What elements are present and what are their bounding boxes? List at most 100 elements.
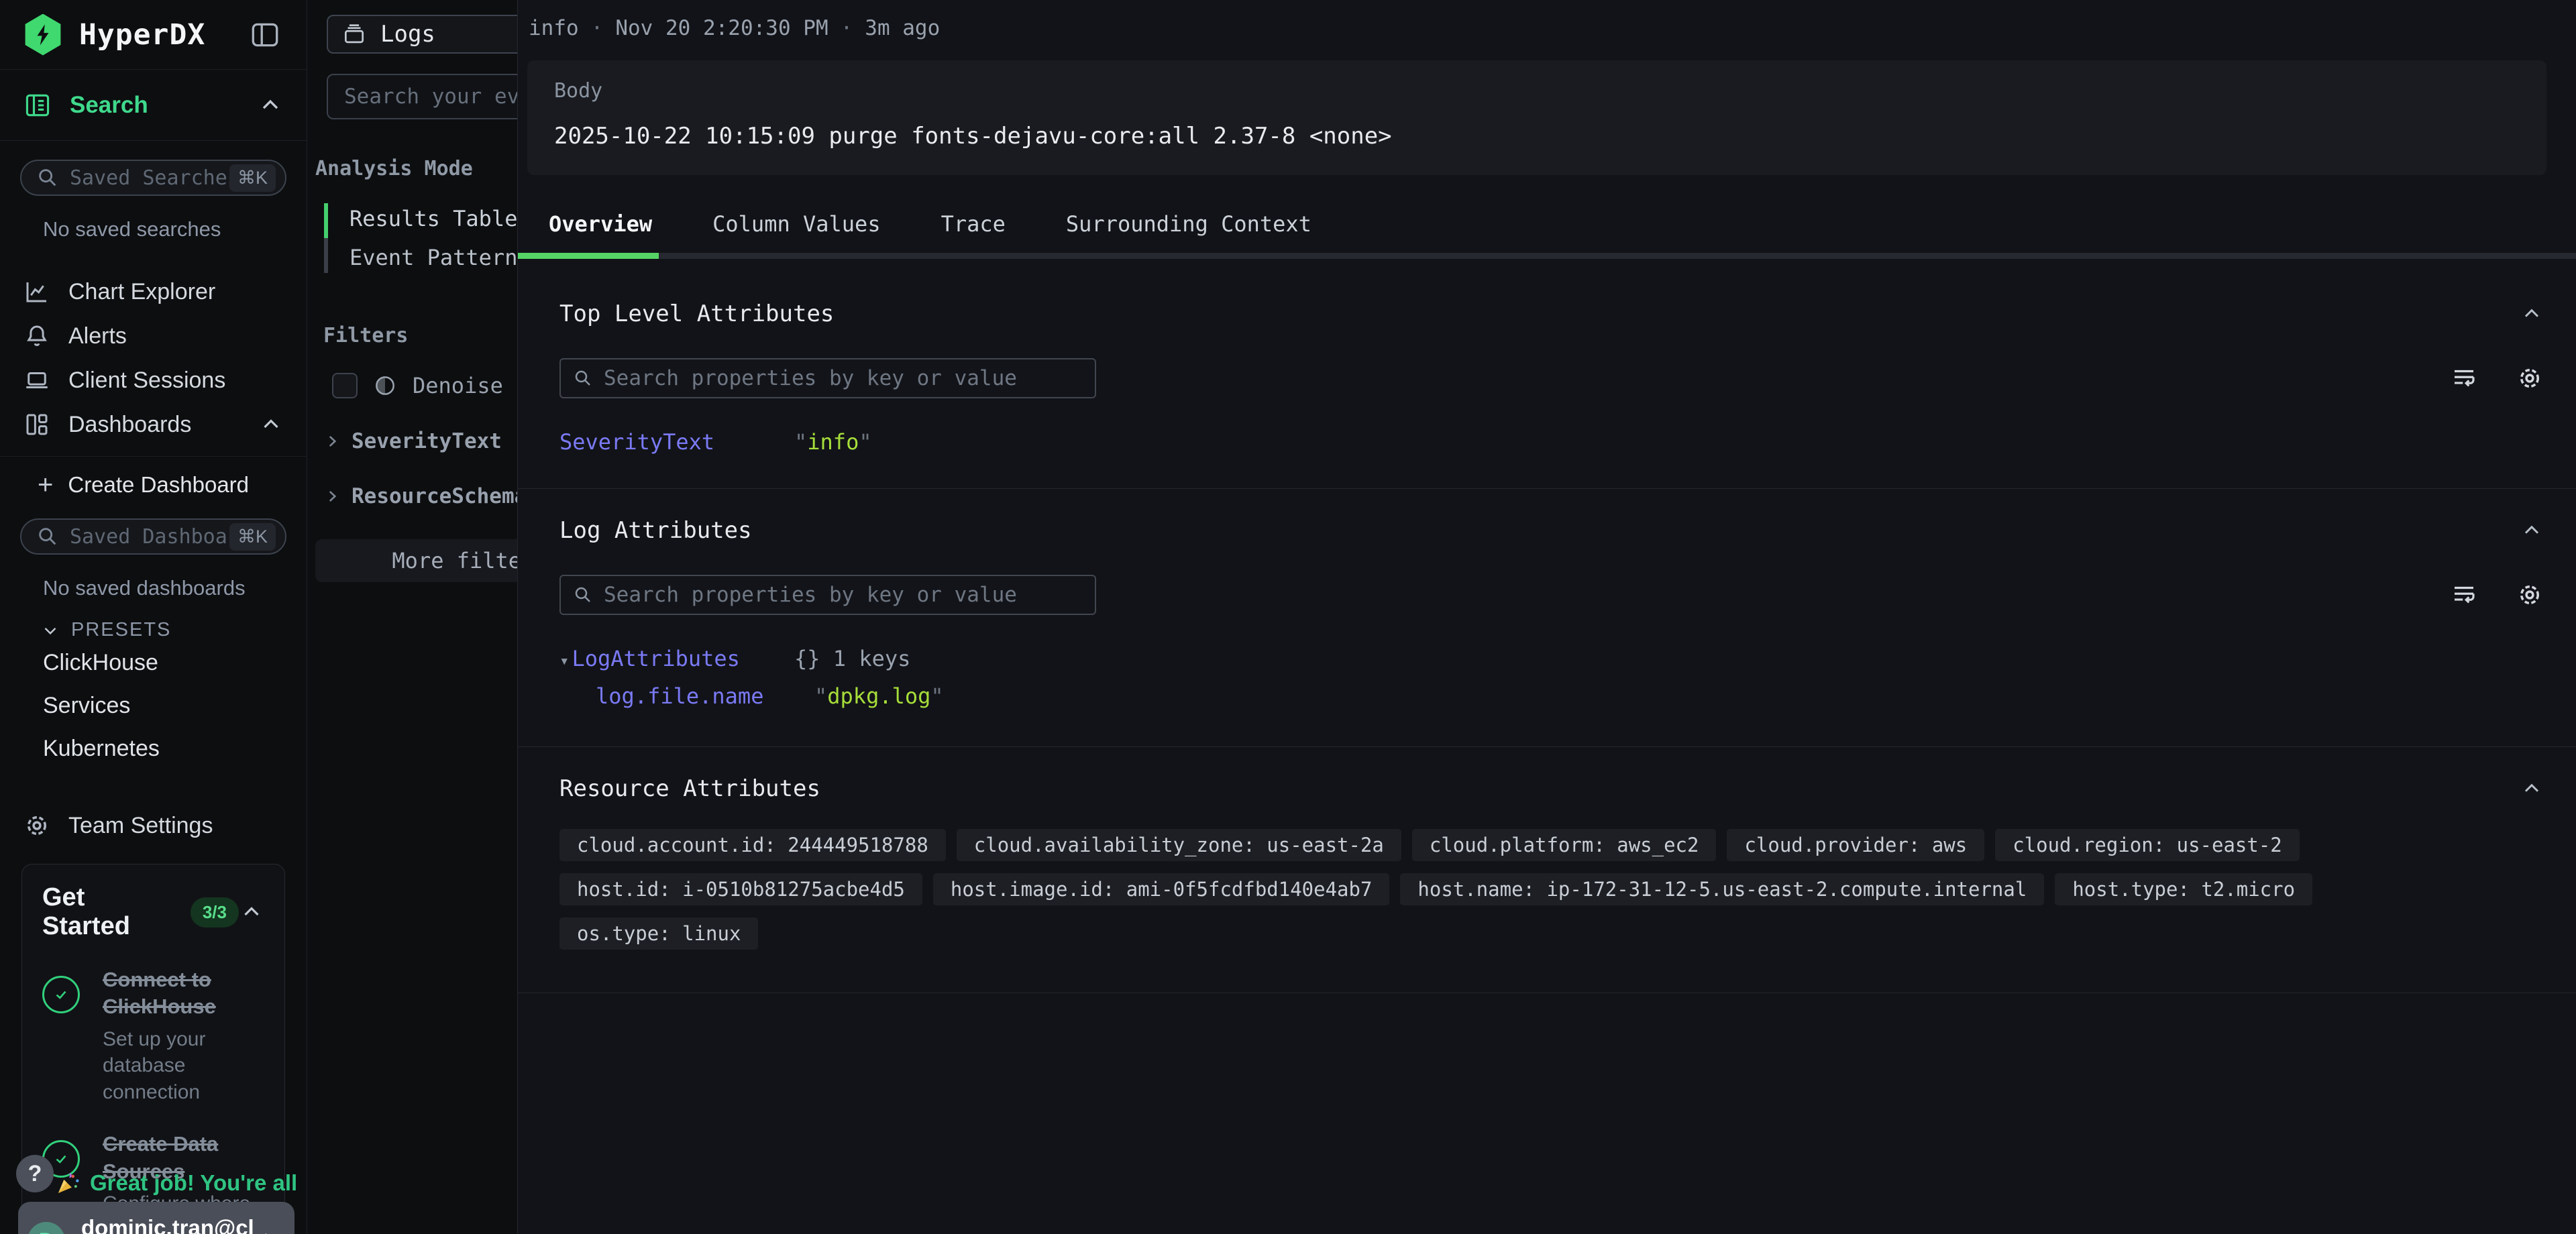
resource-pill[interactable]: cloud.account.id: 244449518788 <box>559 829 946 861</box>
sidebar-item-search[interactable]: Search <box>0 70 307 141</box>
resource-pill[interactable]: os.type: linux <box>559 917 758 950</box>
logo-row: HyperDX <box>0 0 307 70</box>
shortcut-badge: ⌘K <box>229 523 276 551</box>
event-meta: info · Nov 20 2:20:30 PM · 3m ago <box>529 16 2576 40</box>
mode-results-table[interactable]: Results Table <box>324 199 517 238</box>
chevron-up-icon <box>257 92 284 119</box>
sidebar-item-label: Chart Explorer <box>68 279 215 305</box>
archive-box-icon <box>341 21 367 47</box>
chevron-up-icon[interactable] <box>2520 518 2544 543</box>
resource-pill[interactable]: cloud.availability_zone: us-east-2a <box>957 829 1401 861</box>
chevron-up-icon[interactable] <box>2520 302 2544 326</box>
sidebar-item-chart-explorer[interactable]: Chart Explorer <box>0 270 307 314</box>
party-popper-icon <box>55 1170 82 1196</box>
analysis-mode-list: Results Table Event Patterns <box>324 199 517 277</box>
sidebar-nav: Chart Explorer Alerts Client Sessions Da… <box>0 270 307 447</box>
preset-item-kubernetes[interactable]: Kubernetes <box>0 727 307 770</box>
sidebar-item-alerts[interactable]: Alerts <box>0 314 307 358</box>
attribute-key[interactable]: SeverityText <box>559 429 794 455</box>
keys-count: {} 1 keys <box>794 646 910 671</box>
tab-surrounding-context[interactable]: Surrounding Context <box>1066 211 1311 237</box>
saved-dashboards-input[interactable]: Saved Dashboards ⌘K <box>20 518 286 555</box>
section-resource-attributes: Resource Attributes cloud.account.id: 24… <box>518 775 2576 950</box>
chevron-right-icon <box>323 433 341 450</box>
sidebar-item-team-settings[interactable]: Team Settings <box>0 803 307 848</box>
more-filters-button[interactable]: More filters <box>315 539 517 582</box>
gear-icon[interactable] <box>2516 581 2544 609</box>
tab-trace[interactable]: Trace <box>941 211 1006 237</box>
property-search-placeholder: Search properties by key or value <box>604 366 1017 390</box>
resource-pill[interactable]: host.image.id: ami-0f5fcdfbd140e4ab7 <box>933 873 1390 905</box>
section-top-level-attributes: Top Level Attributes Search properties b… <box>518 300 2576 455</box>
user-menu[interactable]: D dominic.tran@clic... dominic.tran@clic… <box>18 1202 294 1234</box>
property-search-input[interactable]: Search properties by key or value <box>559 358 1096 398</box>
panel-toggle-icon[interactable] <box>246 18 284 52</box>
resource-pill[interactable]: host.name: ip-172-31-12-5.us-east-2.comp… <box>1400 873 2044 905</box>
filter-group-severitytext[interactable]: SeverityText <box>323 429 517 453</box>
denoise-results-toggle[interactable]: Denoise Results <box>332 373 517 398</box>
get-started-header[interactable]: Get Started 3/3 <box>42 883 264 941</box>
check-circle-icon <box>42 976 80 1013</box>
get-started-step-connect[interactable]: Connect to ClickHouse Set up your databa… <box>42 966 264 1105</box>
saved-searches-input[interactable]: Saved Searches ⌘K <box>20 160 286 196</box>
attribute-key[interactable]: log.file.name <box>596 683 814 709</box>
wrap-text-icon[interactable] <box>2450 581 2478 609</box>
create-dashboard-label: Create Dashboard <box>68 472 249 498</box>
magnifier-icon <box>36 525 59 548</box>
attribute-value[interactable]: "info" <box>794 429 872 455</box>
event-relative-time: 3m ago <box>865 16 940 40</box>
magnifier-icon <box>36 166 59 189</box>
resource-pill[interactable]: cloud.provider: aws <box>1727 829 1984 861</box>
presets-toggle[interactable]: PRESETS <box>40 619 307 641</box>
step-title: Connect to ClickHouse <box>103 966 264 1021</box>
event-search-input[interactable]: Search your event <box>327 74 517 119</box>
source-selector-button[interactable]: Logs <box>327 15 517 54</box>
gear-icon[interactable] <box>2516 364 2544 392</box>
help-button[interactable]: ? <box>16 1155 54 1192</box>
resource-pill[interactable]: cloud.region: us-east-2 <box>1995 829 2300 861</box>
resource-pill[interactable]: cloud.platform: aws_ec2 <box>1412 829 1717 861</box>
tab-column-values[interactable]: Column Values <box>712 211 880 237</box>
divider <box>0 456 307 457</box>
gear-icon <box>23 811 51 840</box>
sidebar-item-client-sessions[interactable]: Client Sessions <box>0 358 307 402</box>
chevron-up-icon[interactable] <box>2520 777 2544 801</box>
divider <box>518 488 2576 489</box>
section-title: Resource Attributes <box>559 775 820 802</box>
mode-track-active <box>324 203 328 238</box>
filters-label: Filters <box>323 324 517 347</box>
attribute-value[interactable]: "dpkg.log" <box>814 683 944 709</box>
sidebar-item-label: Client Sessions <box>68 368 225 394</box>
filter-group-label: ResourceSchemaUrl <box>352 484 517 508</box>
tab-overview[interactable]: Overview <box>549 211 652 237</box>
sidebar-item-label: Dashboards <box>68 412 191 438</box>
resource-pill[interactable]: host.type: t2.micro <box>2055 873 2312 905</box>
preset-item-services[interactable]: Services <box>0 684 307 727</box>
progress-badge: 3/3 <box>191 897 239 928</box>
sidebar-item-dashboards[interactable]: Dashboards <box>0 402 307 447</box>
filter-group-resourceschemaurl[interactable]: ResourceSchemaUrl <box>323 484 517 508</box>
analysis-mode-label: Analysis Mode <box>315 157 517 180</box>
bell-icon <box>23 322 51 350</box>
mode-event-patterns[interactable]: Event Patterns <box>324 238 517 277</box>
avatar: D <box>28 1222 65 1234</box>
plus-icon: + <box>38 470 53 500</box>
resource-pill[interactable]: host.id: i-0510b81275acbe4d5 <box>559 873 922 905</box>
resource-pill-list: cloud.account.id: 244449518788 cloud.ava… <box>559 829 2518 950</box>
body-label: Body <box>554 79 2520 103</box>
hyperdx-app: HyperDX Search Saved Searches ⌘K No save… <box>0 0 2576 1234</box>
question-icon: ? <box>28 1161 42 1187</box>
attribute-tree-root[interactable]: ▾LogAttributes <box>559 646 794 671</box>
sidebar-item-label: Alerts <box>68 323 127 349</box>
step-description: Set up your database connection <box>103 1026 264 1106</box>
wrap-text-icon[interactable] <box>2450 364 2478 392</box>
denoise-checkbox[interactable] <box>332 373 358 398</box>
create-dashboard-button[interactable]: + Create Dashboard <box>0 463 307 506</box>
preset-item-clickhouse[interactable]: ClickHouse <box>0 641 307 684</box>
meta-separator: · <box>591 16 604 40</box>
preset-label: Kubernetes <box>43 736 160 762</box>
preset-label: Services <box>43 693 130 719</box>
section-log-attributes: Log Attributes Search properties by key … <box>518 517 2576 709</box>
property-search-input[interactable]: Search properties by key or value <box>559 575 1096 615</box>
get-started-title: Get Started <box>42 883 176 941</box>
